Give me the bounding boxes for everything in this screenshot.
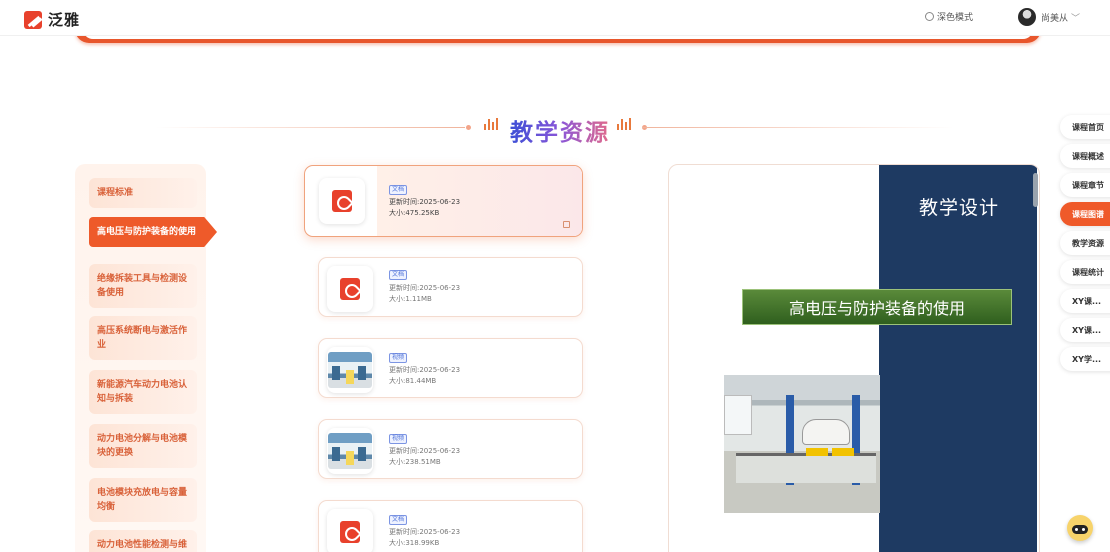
- logo-text: 泛雅: [48, 11, 81, 29]
- avatar: [1018, 8, 1036, 26]
- chapter-item[interactable]: 绝缘拆装工具与检测设备使用: [89, 264, 197, 308]
- resource-card-active[interactable]: 文档 更新时间:2025-06-23 大小:475.25KB: [304, 165, 583, 237]
- chapter-label: 电池模块充放电与容量均衡: [97, 488, 188, 512]
- nav-teaching-resources[interactable]: 教学资源: [1060, 231, 1110, 255]
- file-size: 大小:1.11MB: [389, 295, 432, 303]
- file-size: 大小:238.51MB: [389, 458, 441, 466]
- type-badge: 文档: [389, 270, 408, 280]
- chapter-item[interactable]: 新能源汽车动力电池认知与拆装: [89, 370, 197, 414]
- resource-card[interactable]: 文档 更新时间:2025-06-23 大小:1.11MB: [318, 257, 583, 317]
- chapter-item[interactable]: 电池模块充放电与容量均衡: [89, 478, 197, 522]
- chapter-label: 动力电池分解与电池模块的更换: [97, 434, 188, 458]
- user-name: 尚美从: [1041, 13, 1069, 24]
- file-size: 大小:318.99KB: [389, 539, 440, 547]
- photo-poster: [724, 395, 752, 435]
- type-badge: 视频: [389, 353, 408, 363]
- nav-course-chapters[interactable]: 课程章节: [1060, 173, 1110, 197]
- moon-icon: [925, 12, 934, 21]
- file-thumbnail: [327, 347, 373, 393]
- user-menu[interactable]: 尚美从 ﹀: [1018, 8, 1080, 26]
- nav-course-stats[interactable]: 课程统计: [1060, 260, 1110, 284]
- chapter-item-active[interactable]: 高电压与防护装备的使用: [89, 217, 217, 247]
- file-size: 大小:81.44MB: [389, 377, 437, 385]
- chevron-down-icon: ﹀: [1071, 13, 1081, 24]
- bar-chart-deco-icon: [484, 118, 498, 130]
- bar-chart-deco-icon: [617, 118, 631, 130]
- workshop-photo: [724, 375, 880, 513]
- chapter-label: 高压系统断电与激活作业: [97, 326, 188, 350]
- photo-bench: [736, 448, 876, 483]
- file-thumbnail: [319, 178, 365, 224]
- chapter-label: 高电压与防护装备的使用: [97, 227, 197, 237]
- pdf-icon: [332, 190, 352, 212]
- chapter-label: 动力电池性能检测与维: [97, 540, 188, 550]
- video-thumbnail: [328, 433, 372, 469]
- chapter-item[interactable]: 动力电池分解与电池模块的更换: [89, 424, 197, 468]
- chapter-item[interactable]: 高压系统断电与激活作业: [89, 316, 197, 360]
- type-badge: 文档: [389, 185, 408, 195]
- dark-mode-toggle[interactable]: 深色模式: [925, 10, 973, 23]
- open-icon[interactable]: [563, 221, 570, 228]
- top-bar: 泛雅 深色模式 尚美从 ﹀: [0, 0, 1110, 36]
- updated-time: 更新时间:2025-06-23: [389, 198, 461, 206]
- chapter-label: 课程标准: [97, 188, 134, 198]
- title-dot-icon: [466, 125, 471, 130]
- chapter-label: 新能源汽车动力电池认知与拆装: [97, 380, 188, 404]
- nav-xy-course-1[interactable]: XY课...: [1060, 289, 1110, 313]
- title-divider-left: [155, 127, 465, 128]
- section-title: 教学资源: [510, 113, 610, 147]
- slide-title-banner: 高电压与防护装备的使用: [742, 289, 1012, 325]
- video-thumbnail: [328, 352, 372, 388]
- assistant-robot-icon[interactable]: [1067, 515, 1093, 541]
- preview-scrollbar[interactable]: [1033, 173, 1038, 207]
- updated-time: 更新时间:2025-06-23: [389, 447, 461, 455]
- nav-xy-study[interactable]: XY学...: [1060, 347, 1110, 371]
- chapter-label: 绝缘拆装工具与检测设备使用: [97, 274, 188, 298]
- type-badge: 视频: [389, 434, 408, 444]
- updated-time: 更新时间:2025-06-23: [389, 528, 461, 536]
- photo-car: [802, 419, 850, 445]
- chapter-item[interactable]: 动力电池性能检测与维: [89, 530, 197, 552]
- type-badge: 文档: [389, 515, 408, 525]
- resource-card[interactable]: 文档 更新时间:2025-06-23 大小:318.99KB: [318, 500, 583, 552]
- nav-xy-course-2[interactable]: XY课...: [1060, 318, 1110, 342]
- nav-course-home[interactable]: 课程首页: [1060, 115, 1110, 139]
- dark-mode-label: 深色模式: [937, 13, 974, 23]
- resource-card[interactable]: 视频 更新时间:2025-06-23 大小:238.51MB: [318, 419, 583, 479]
- slide-heading: 教学设计: [919, 197, 1000, 219]
- file-thumbnail: [327, 428, 373, 474]
- logo-icon: [24, 10, 42, 29]
- file-size: 大小:475.25KB: [389, 209, 440, 217]
- chapter-item[interactable]: 课程标准: [89, 178, 197, 208]
- title-divider-right: [642, 127, 954, 128]
- updated-time: 更新时间:2025-06-23: [389, 366, 461, 374]
- resource-card[interactable]: 视频 更新时间:2025-06-23 大小:81.44MB: [318, 338, 583, 398]
- pdf-icon: [340, 278, 360, 300]
- app-logo[interactable]: 泛雅: [24, 9, 80, 30]
- slide-navy-panel: [879, 165, 1037, 552]
- nav-course-overview[interactable]: 课程概述: [1060, 144, 1110, 168]
- file-thumbnail: [327, 509, 373, 552]
- slide-title: 高电压与防护装备的使用: [788, 299, 965, 318]
- document-preview[interactable]: 教学设计 高电压与防护装备的使用: [668, 164, 1040, 552]
- nav-course-graph[interactable]: 课程图谱: [1060, 202, 1110, 226]
- updated-time: 更新时间:2025-06-23: [389, 284, 461, 292]
- file-thumbnail: [327, 266, 373, 312]
- pdf-icon: [340, 521, 360, 543]
- chapter-menu: 课程标准 高电压与防护装备的使用 绝缘拆装工具与检测设备使用 高压系统断电与激活…: [75, 164, 217, 552]
